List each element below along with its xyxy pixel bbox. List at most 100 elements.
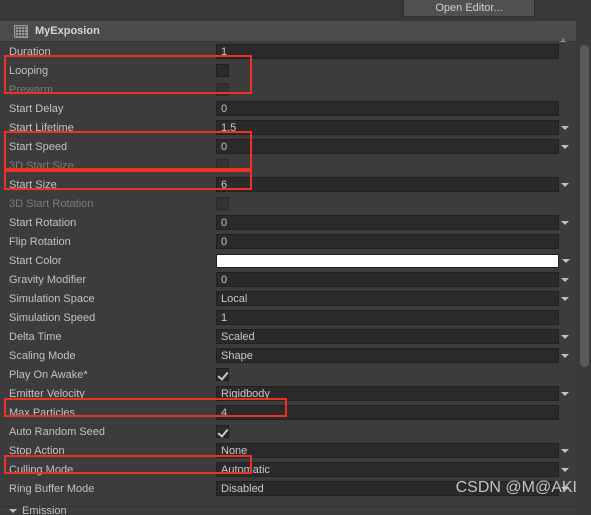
property-input[interactable]: 4 [216,405,559,420]
property-label: Ring Buffer Mode [9,482,95,495]
property-dropdown[interactable]: 6 [216,177,569,192]
property-row: Prewarm [0,80,576,99]
property-row: Scaling Mode Shape [0,346,576,365]
chevron-down-icon[interactable] [561,182,569,187]
property-checkbox [216,83,229,96]
particle-system-icon [14,24,28,38]
vertical-scrollbar-thumb[interactable] [580,45,589,367]
property-value: Shape [221,349,253,362]
property-row: Flip Rotation 0 [0,232,576,251]
property-dropdown[interactable]: None [216,443,569,458]
open-editor-button[interactable]: Open Editor... [403,0,535,17]
property-row: Stop Action None [0,441,576,460]
property-value: 1 [221,45,228,58]
property-value: None [221,444,248,457]
property-value: 1.5 [221,121,237,134]
component-title: MyExposion [35,25,100,37]
property-dropdown[interactable]: Scaled [216,329,569,344]
property-input[interactable]: 1 [216,44,559,59]
property-row: Simulation Speed 1 [0,308,576,327]
property-label: Simulation Speed [9,311,96,324]
property-label: Simulation Space [9,292,95,305]
property-dropdown[interactable]: Local [216,291,569,306]
property-checkbox[interactable] [216,64,229,77]
property-value: Automatic [221,463,270,476]
chevron-down-icon [9,509,17,513]
property-label: Delta Time [9,330,62,343]
property-row: Start Size 6 [0,175,576,194]
chevron-down-icon[interactable] [561,353,569,358]
property-row: 3D Start Rotation [0,194,576,213]
property-label: Prewarm [9,83,54,96]
property-value: 0 [221,140,228,153]
property-row: Start Delay 0 [0,99,576,118]
property-dropdown[interactable]: 0 [216,215,569,230]
property-row: Delta Time Scaled [0,327,576,346]
color-field[interactable] [216,253,570,268]
property-label: Duration [9,45,51,58]
property-value: 0 [221,102,228,115]
property-label: Start Rotation [9,216,77,229]
chevron-down-icon[interactable] [561,448,569,453]
property-dropdown[interactable]: Rigidbody [216,386,569,401]
property-row: Start Color [0,251,576,270]
chevron-down-icon[interactable] [561,125,569,130]
property-row: Culling Mode Automatic [0,460,576,479]
property-label: Auto Random Seed [9,425,106,438]
property-row: Start Rotation 0 [0,213,576,232]
emission-module-row[interactable]: Emission [0,505,576,515]
property-checkbox[interactable] [216,368,229,381]
property-value: 6 [221,178,228,191]
chevron-down-icon[interactable] [562,258,570,263]
property-row: Start Lifetime 1.5 [0,118,576,137]
property-label: 3D Start Size [9,159,74,172]
property-dropdown[interactable]: 1.5 [216,120,569,135]
property-checkbox[interactable] [216,425,229,438]
property-row: Max Particles 4 [0,403,576,422]
property-label: 3D Start Rotation [9,197,94,210]
property-checkbox [216,159,229,172]
property-value: Scaled [221,330,255,343]
property-dropdown[interactable]: 0 [216,139,569,154]
property-dropdown[interactable]: 0 [216,272,569,287]
property-label: Gravity Modifier [9,273,87,286]
property-label: Start Color [9,254,62,267]
chevron-down-icon[interactable] [561,277,569,282]
property-value: Disabled [221,482,264,495]
property-value: Local [221,292,248,305]
component-header[interactable]: MyExposion [0,21,576,42]
property-input[interactable]: 0 [216,101,559,116]
property-label: Max Particles [9,406,76,419]
property-dropdown[interactable]: Automatic [216,462,569,477]
vertical-scrollbar-track[interactable] [578,21,591,515]
property-row: Play On Awake* [0,365,576,384]
chevron-down-icon[interactable] [561,144,569,149]
property-row: Auto Random Seed [0,422,576,441]
chevron-down-icon[interactable] [561,334,569,339]
property-label: Scaling Mode [9,349,76,362]
property-label: Looping [9,64,49,77]
inspector-panel: Duration 1 Looping Prewarm Start Delay 0 Start… [0,42,576,515]
property-value: Rigidbody [221,387,270,400]
property-label: Emitter Velocity [9,387,85,400]
property-value: 0 [221,216,228,229]
property-input[interactable]: 1 [216,310,559,325]
chevron-down-icon[interactable] [561,220,569,225]
chevron-down-icon[interactable] [561,296,569,301]
chevron-down-icon[interactable] [561,391,569,396]
property-row: Simulation Space Local [0,289,576,308]
top-toolbar: Open Editor... [0,0,591,18]
emission-label: Emission [22,505,67,515]
property-input[interactable]: 0 [216,234,559,249]
property-label: Start Speed [9,140,68,153]
property-label: Flip Rotation [9,235,71,248]
property-dropdown[interactable]: Shape [216,348,569,363]
property-label: Stop Action [9,444,65,457]
property-row: Gravity Modifier 0 [0,270,576,289]
property-row: 3D Start Size [0,156,576,175]
property-value: 1 [221,311,228,324]
property-row: Emitter Velocity Rigidbody [0,384,576,403]
chevron-down-icon[interactable] [561,467,569,472]
property-row: Looping [0,61,576,80]
property-row: Duration 1 [0,42,576,61]
